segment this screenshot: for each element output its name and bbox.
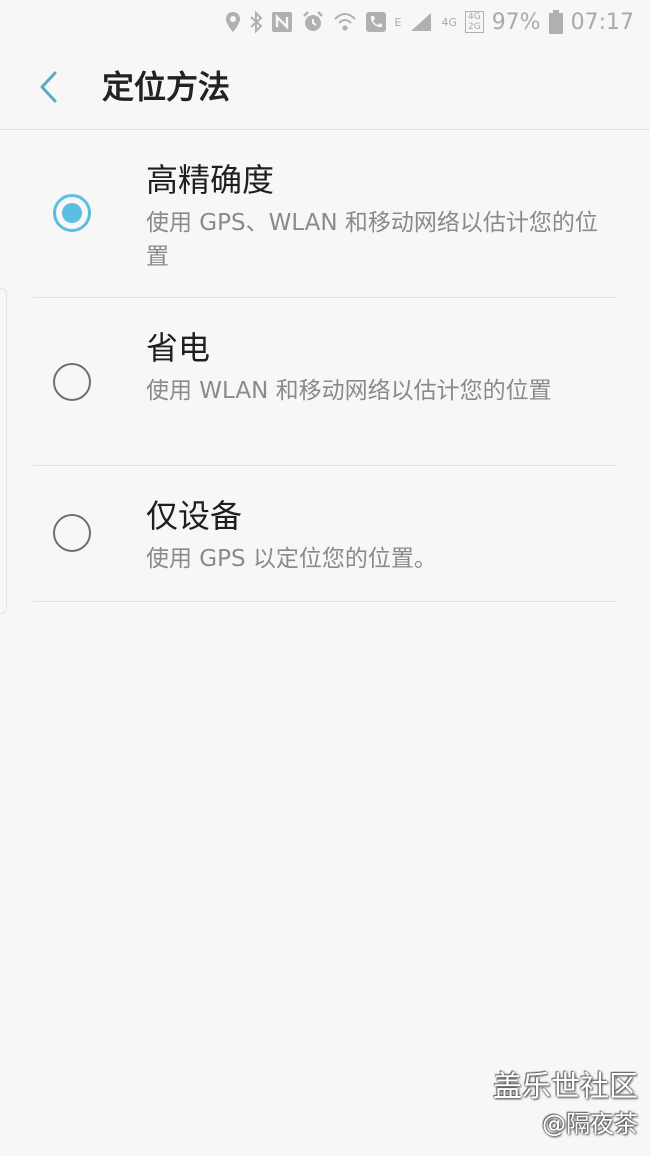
location-method-list: 高精确度 使用 GPS、WLAN 和移动网络以估计您的位置 省电 使用 WLAN… (0, 130, 650, 602)
watermark-community: 盖乐世社区 (492, 1069, 638, 1103)
network-4g-small-label: 4G (467, 12, 481, 22)
option-title: 仅设备 (146, 497, 243, 535)
alarm-icon (302, 11, 323, 31)
option-title: 高精确度 (146, 161, 275, 199)
network-2g-small-label: 2G (467, 22, 481, 32)
signal-icon (411, 13, 432, 31)
option-device-only[interactable]: 仅设备 使用 GPS 以定位您的位置。 (0, 466, 650, 602)
status-icons: E 4G 4G 2G 97% 07:17 (225, 6, 634, 38)
option-description: 使用 GPS 以定位您的位置。 (146, 546, 437, 572)
app-bar: 定位方法 (0, 44, 650, 130)
option-battery-saving[interactable]: 省电 使用 WLAN 和移动网络以估计您的位置 (0, 298, 650, 466)
option-description: 使用 WLAN 和移动网络以估计您的位置 (146, 378, 552, 404)
option-description: 使用 GPS、WLAN 和移动网络以估计您的位置 (146, 210, 598, 270)
wifi-calling-icon (333, 13, 356, 31)
watermark-author: @隔夜茶 (542, 1110, 638, 1138)
screen: E 4G 4G 2G 97% 07:17 定位方法 高精确度 使用 GPS、WL… (0, 0, 650, 1156)
back-button[interactable] (24, 62, 74, 112)
battery-percent: 97% (491, 9, 541, 35)
option-high-accuracy[interactable]: 高精确度 使用 GPS、WLAN 和移动网络以估计您的位置 (0, 130, 650, 298)
call-icon (365, 12, 386, 32)
chevron-left-icon (40, 71, 57, 103)
status-bar: E 4G 4G 2G 97% 07:17 (0, 0, 650, 44)
bluetooth-icon (249, 11, 262, 33)
battery-icon (548, 10, 563, 34)
network-4g-label: 4G (441, 15, 457, 29)
divider (33, 601, 617, 602)
radio-device-only[interactable] (53, 514, 91, 552)
radio-high-accuracy[interactable] (53, 194, 91, 232)
clock: 07:17 (570, 9, 634, 35)
dual-sim-indicator: 4G 2G (464, 11, 484, 33)
network-e-label: E (394, 15, 402, 29)
location-icon (225, 12, 240, 32)
nfc-icon (271, 12, 292, 32)
radio-battery-saving[interactable] (53, 363, 91, 401)
option-title: 省电 (146, 329, 211, 367)
page-title: 定位方法 (102, 68, 231, 106)
